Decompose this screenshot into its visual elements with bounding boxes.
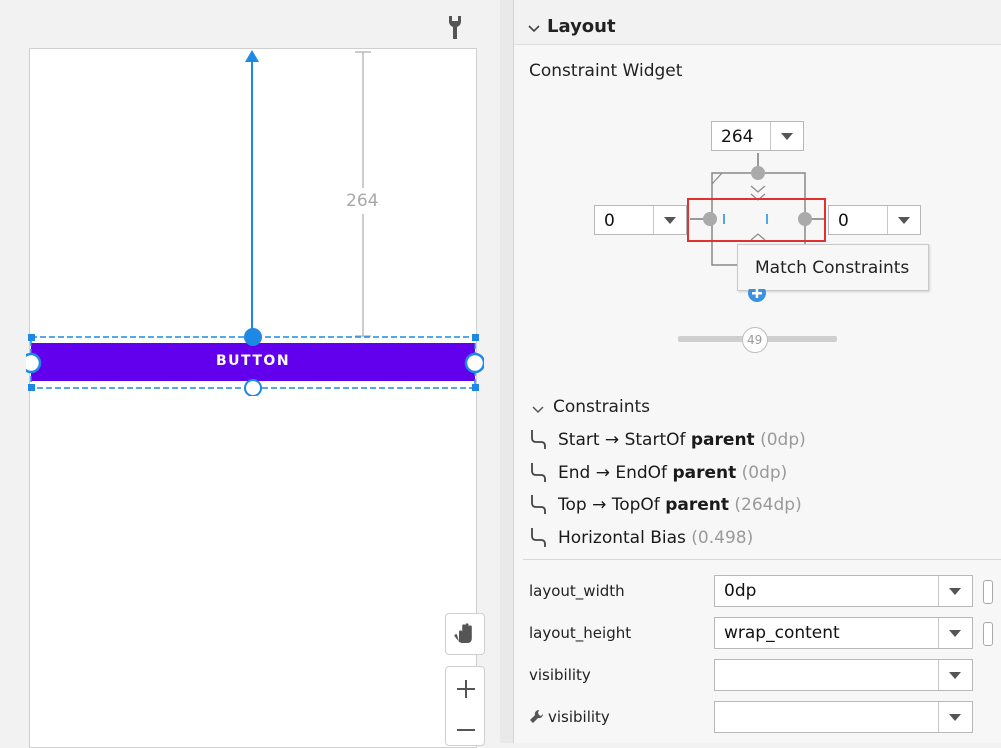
constraint-icon [531,430,546,449]
selection-handles[interactable] [26,326,484,396]
constraint-value: (0dp) [760,430,806,450]
layout-height-resolve-toggle[interactable] [983,622,993,646]
layout-width-arrow[interactable] [938,576,972,606]
constraint-label: End → EndOf [558,463,673,483]
section-divider [523,559,1001,560]
chevron-down-icon[interactable] [531,400,545,414]
constraint-target: parent [665,495,729,515]
constraint-label: Top → TopOf [558,495,666,515]
left-margin-dropdown[interactable]: 0 [594,205,687,235]
pane-splitter[interactable] [500,0,514,743]
wrench-icon [529,709,544,724]
add-constraint-icon[interactable] [747,289,767,303]
layout-height-label: layout_height [529,624,632,642]
layout-height-dropdown[interactable]: wrap_content [714,617,973,649]
match-constraints-tooltip: Match Constraints [737,244,929,291]
constraint-label: Start → StartOf [558,430,691,450]
match-constraints-highlight[interactable] [687,198,826,242]
wrench-icon[interactable] [446,14,464,40]
visibility-arrow[interactable] [938,660,972,690]
margin-distance-label: 264 [346,191,379,211]
constraint-value: (264dp) [734,495,802,515]
constraint-label: Horizontal Bias [558,528,686,548]
constraint-target: parent [672,463,737,483]
top-margin-value: 264 [721,127,754,147]
constraint-target: parent [690,430,755,450]
constraint-icon [531,495,546,514]
layout-width-resolve-toggle[interactable] [983,580,993,604]
constraint-icon [531,528,546,547]
layout-width-label: layout_width [529,582,625,600]
right-margin-arrow[interactable] [887,206,920,234]
bias-slider-thumb[interactable]: 49 [742,327,768,353]
tools-visibility-arrow[interactable] [938,702,972,732]
pan-button[interactable] [445,613,485,655]
horizontal-spring-right-icon[interactable] [766,210,790,228]
horizontal-spring-left-icon[interactable] [723,210,747,228]
bias-value: 49 [747,333,763,347]
constraint-value: (0dp) [741,463,788,483]
visibility-label: visibility [529,666,591,684]
widget-title: Constraint Widget [529,61,683,81]
right-margin-dropdown[interactable]: 0 [828,205,921,235]
layout-width-dropdown[interactable]: 0dp [714,575,973,607]
layout-width-value: 0dp [724,581,757,601]
top-margin-dropdown[interactable]: 264 [711,121,804,151]
section-title: Layout [547,16,616,37]
visibility-dropdown[interactable] [714,659,973,691]
tools-visibility-dropdown[interactable] [714,701,973,733]
zoom-out-icon[interactable] [457,721,475,739]
tools-visibility-label: visibility [548,708,610,726]
tooltip-text: Match Constraints [755,258,910,278]
constraints-title: Constraints [553,397,650,417]
hand-icon [454,623,472,643]
constraint-value: (0.498) [691,528,754,548]
layout-height-value: wrap_content [724,623,840,643]
zoom-in-icon[interactable] [457,680,475,698]
chevron-down-icon[interactable] [527,19,541,33]
left-margin-value: 0 [604,211,615,231]
top-margin-arrow[interactable] [770,122,803,150]
constraint-icon [531,463,546,482]
layout-height-arrow[interactable] [938,618,972,648]
